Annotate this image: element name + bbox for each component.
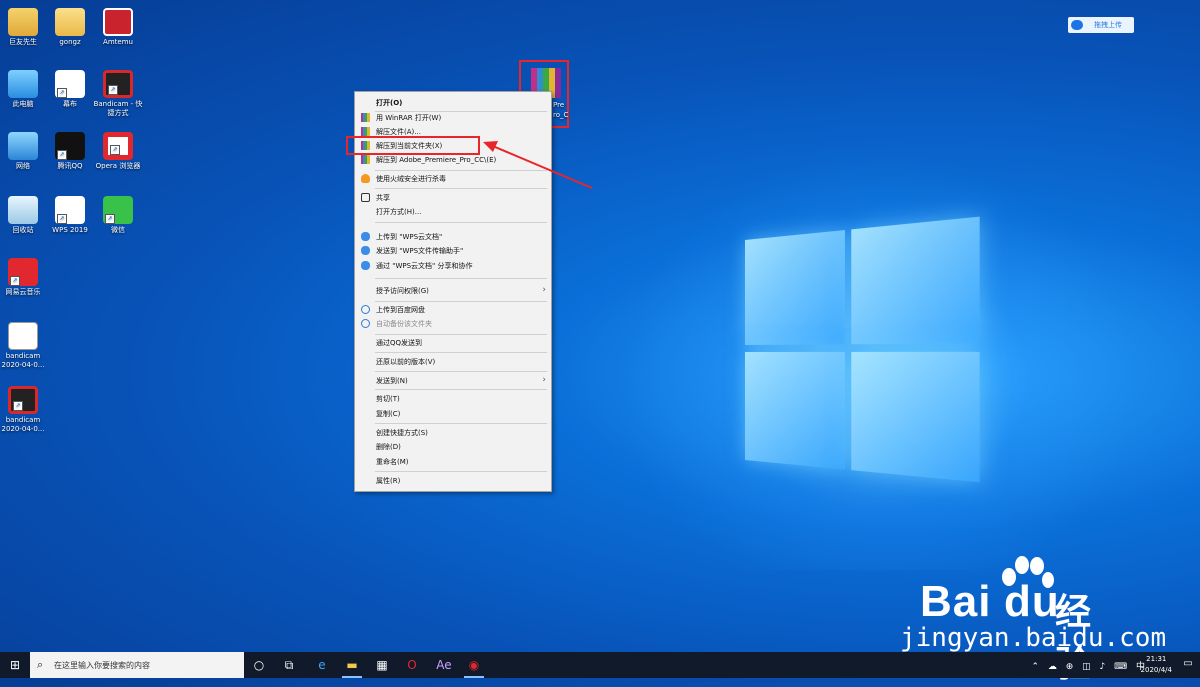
start-button[interactable]: ⊞ [0,652,30,678]
calculator-icon[interactable]: ▦ [368,652,396,678]
edge-icon[interactable]: e [308,652,336,678]
bandicam-recording-icon[interactable]: ◉ [460,652,488,678]
notification-icon[interactable]: ▭ [1180,656,1196,672]
opera-taskbar-icon[interactable]: O [398,652,426,678]
cortana-icon[interactable]: ○ [245,652,273,678]
search-icon: ⌕ [37,658,44,671]
system-tray[interactable]: ⌃ ☁ ⊕ ◫ ♪ ⌨ 中 [1032,659,1149,672]
taskbar: ⊞ ⌕ 在这里输入你要搜索的内容 ○ ⧉ e ▬ ▦ O Ae ◉ ⌃ ☁ ⊕ … [0,652,1200,678]
taskbar-search-box[interactable]: ⌕ 在这里输入你要搜索的内容 [30,652,244,678]
file-explorer-icon[interactable]: ▬ [338,652,366,678]
task-view-icon[interactable]: ⧉ [275,652,303,678]
clock[interactable]: 21:31 2020/4/4 [1141,654,1172,676]
after-effects-icon[interactable]: Ae [430,652,458,678]
